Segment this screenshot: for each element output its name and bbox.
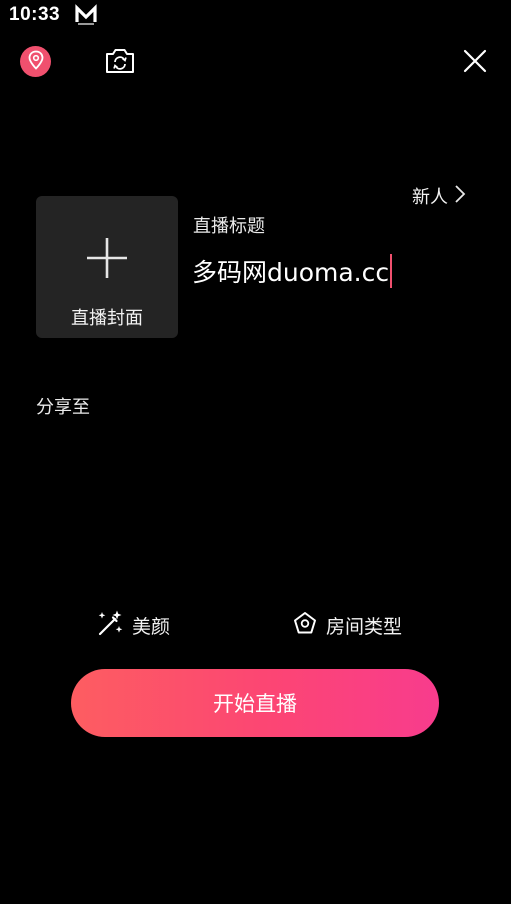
live-setup-screen: 10:33 新人 直播封面 直播标题 多码网duoma.cc 分享至 美颜 房间… (0, 0, 511, 904)
cover-label: 直播封面 (71, 308, 143, 329)
room-type-label: 房间类型 (326, 615, 403, 638)
close-icon (462, 49, 488, 78)
title-input[interactable]: 多码网duoma.cc (192, 252, 393, 290)
status-bar: 10:33 (0, 0, 511, 30)
camera-flip-icon (104, 49, 136, 80)
beauty-button[interactable]: 美颜 (96, 610, 170, 640)
location-pin-icon (27, 50, 45, 74)
beauty-label: 美颜 (132, 615, 171, 638)
magic-wand-icon (96, 609, 132, 642)
room-type-button[interactable]: 房间类型 (293, 610, 402, 640)
camera-flip-button[interactable] (104, 46, 136, 76)
chevron-right-icon (448, 184, 466, 209)
m-app-icon (75, 4, 97, 26)
location-button[interactable] (20, 46, 51, 77)
start-live-label: 开始直播 (213, 692, 297, 716)
newcomer-label: 新人 (412, 187, 448, 208)
close-button[interactable] (462, 48, 488, 74)
newcomer-link[interactable]: 新人 (412, 183, 466, 209)
start-live-button[interactable]: 开始直播 (71, 669, 439, 737)
title-label: 直播标题 (193, 216, 265, 237)
text-cursor (390, 254, 393, 288)
plus-icon (85, 236, 129, 280)
share-label: 分享至 (36, 397, 90, 418)
title-input-value: 多码网duoma.cc (192, 258, 390, 287)
live-cover-picker[interactable]: 直播封面 (36, 196, 178, 338)
pentagon-icon (293, 611, 326, 640)
status-time: 10:33 (9, 4, 61, 25)
